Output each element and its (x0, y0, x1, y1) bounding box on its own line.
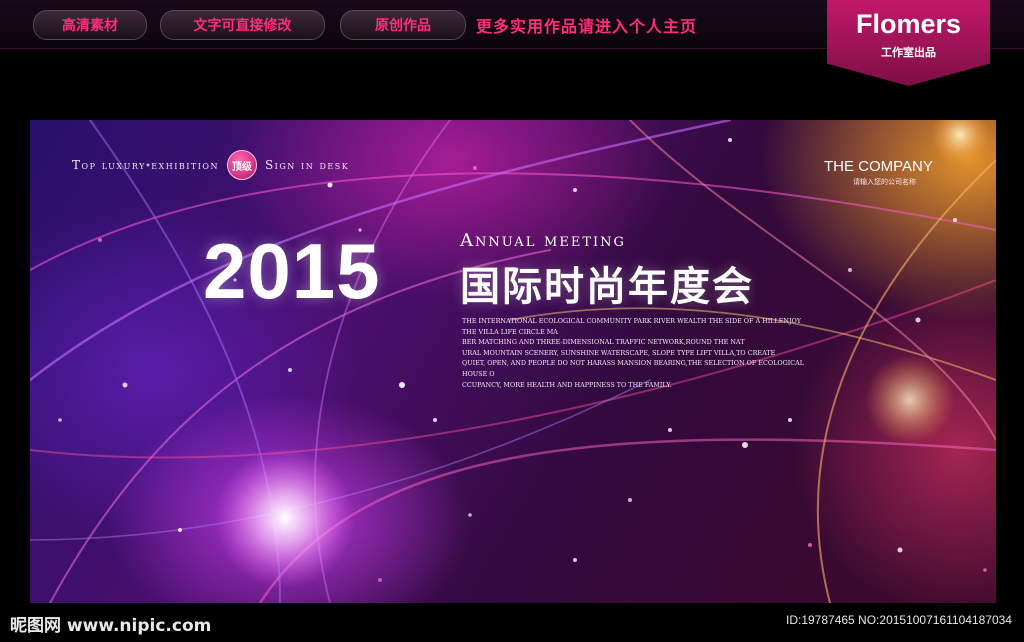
company-name: THE COMPANY (824, 158, 933, 175)
top-line-right: Sign in desk (264, 158, 350, 172)
brand-name: Flomers (855, 9, 962, 39)
paragraph-line: THE VILLA LIFE CIRCLE MA (462, 327, 558, 336)
paragraph-line: QUIET, OPEN, AND PEOPLE DO NOT HARASS MA… (462, 359, 804, 378)
description-paragraph: THE INTERNATIONAL ECOLOGICAL COMMUNITY P… (462, 316, 830, 390)
company-subtitle: 请输入您的公司名称 (853, 178, 916, 186)
year-heading: 2015 (203, 227, 381, 315)
paragraph-line: URAL MOUNTAIN SCENERY, SUNSHINE WATERSCA… (462, 348, 776, 357)
annual-meeting-label: Annual meeting (460, 230, 626, 251)
image-id-watermark: ID:19787465 NO:20151007161104187034 (786, 613, 1012, 627)
site-watermark: 昵图网 www.nipic.com (10, 616, 212, 636)
pill-hd-material[interactable]: 高清素材 (33, 10, 147, 40)
paragraph-line: THE INTERNATIONAL ECOLOGICAL COMMUNITY P… (462, 317, 801, 325)
event-title: 国际时尚年度会 (460, 264, 754, 310)
paragraph-line: CCUPANCY, MORE HEALTH AND HAPPINESS TO T… (462, 380, 672, 389)
top-badge: 顶级 (226, 150, 257, 180)
homepage-link[interactable]: 更多实用作品请进入个人主页 (476, 13, 697, 37)
paragraph-line: BER MATCHING AND THREE-DIMENSIONAL TRAFF… (462, 338, 745, 347)
banner-artwork: Top luxury exhibition 顶级 Sign in desk TH… (30, 120, 996, 603)
brand-badge[interactable]: Flomers 工作室出品 (827, 0, 990, 86)
brand-subtitle: 工作室出品 (881, 46, 936, 59)
top-line-left: Top luxury exhibition (72, 158, 219, 172)
pill-original-work[interactable]: 原创作品 (340, 10, 466, 40)
pill-editable-text[interactable]: 文字可直接修改 (160, 10, 325, 40)
top-line: Top luxury exhibition 顶级 Sign in desk (72, 150, 349, 180)
